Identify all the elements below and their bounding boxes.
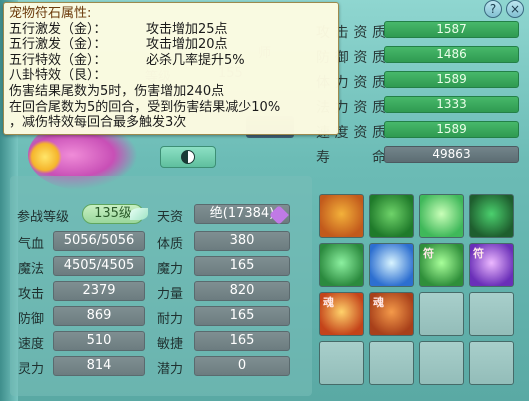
stat-value: 165: [194, 331, 290, 351]
empty-skill-slot[interactable]: [369, 341, 414, 385]
empty-skill-slot[interactable]: [469, 292, 514, 336]
skill-slot[interactable]: [319, 243, 364, 287]
skill-slot[interactable]: [469, 194, 514, 238]
tooltip-effect-row: 五行激发（金）： 攻击增加20点: [9, 37, 333, 53]
tooltip-desc-line: 在回合尾数为5的回合，受到伤害结果减少10%: [9, 99, 281, 115]
lifespan-label: 寿 命: [316, 150, 386, 166]
effect-value: 攻击增加20点: [146, 37, 228, 53]
attr-value-bar: 1589: [384, 121, 519, 138]
skill-slot[interactable]: [369, 194, 414, 238]
rune-attribute-tooltip: 宠物符石属性: 五行激发（金）： 攻击增加25点 五行激发（金）： 攻击增加20…: [3, 2, 339, 135]
effect-key: 五行激发（金）：: [9, 37, 107, 53]
skill-slot[interactable]: [319, 194, 364, 238]
wing-icon: [130, 208, 148, 220]
stat-value: 380: [194, 231, 290, 251]
attr-value-bar: 1333: [384, 96, 519, 113]
skill-tag: 魂: [373, 296, 384, 309]
skill-slot[interactable]: 符: [419, 243, 464, 287]
lifespan-value: 49863: [384, 146, 519, 163]
skill-slot[interactable]: 魂: [369, 292, 414, 336]
empty-skill-slot[interactable]: [469, 341, 514, 385]
skill-slot[interactable]: 魂: [319, 292, 364, 336]
stat-value: 0: [194, 356, 290, 376]
empty-skill-slot[interactable]: [319, 341, 364, 385]
tooltip-title: 宠物符石属性:: [9, 6, 92, 21]
effect-value: 必杀几率提升5%: [146, 52, 245, 68]
attr-value-bar: 1589: [384, 71, 519, 88]
empty-skill-slot[interactable]: [419, 292, 464, 336]
attr-value-bar: 1587: [384, 21, 519, 38]
skill-slot[interactable]: [419, 194, 464, 238]
skill-tag: 符: [423, 247, 434, 260]
effect-key: 五行特效（金）：: [9, 52, 107, 68]
close-icon[interactable]: ×: [506, 0, 524, 18]
battle-level-label: 参战等级: [17, 210, 70, 225]
empty-skill-slot[interactable]: [419, 341, 464, 385]
effect-key: 八卦特效（艮）：: [9, 68, 107, 84]
help-icon[interactable]: ?: [484, 0, 502, 18]
tooltip-effect-row: 五行激发（金）： 攻击增加25点: [9, 22, 333, 38]
stat-value: 165: [194, 256, 290, 276]
tooltip-desc-line: 伤害结果尾数为5时，伤害增加240点: [9, 83, 225, 99]
yin-yang-icon: [181, 150, 195, 164]
tooltip-effect-row: 八卦特效（艮）：: [9, 68, 333, 84]
stat-value: 2379: [53, 281, 145, 301]
stat-value: 165: [194, 306, 290, 326]
tooltip-effect-row: 五行特效（金）： 必杀几率提升5%: [9, 53, 333, 69]
stat-value: 869: [53, 306, 145, 326]
stat-value: 814: [53, 356, 145, 376]
skill-slot[interactable]: [369, 243, 414, 287]
skill-slot[interactable]: 符: [469, 243, 514, 287]
stat-value: 5056/5056: [53, 231, 145, 251]
effect-value: 攻击增加25点: [146, 21, 228, 37]
attr-value-bar: 1486: [384, 46, 519, 63]
skill-tag: 符: [473, 247, 484, 260]
tooltip-desc-line: ，减伤特效每回合最多触发3次: [9, 115, 187, 131]
effect-key: 五行激发（金）：: [9, 21, 107, 37]
stat-value: 820: [194, 281, 290, 301]
stat-value: 510: [53, 331, 145, 351]
five-element-button[interactable]: [160, 146, 216, 168]
stat-value: 4505/4505: [53, 256, 145, 276]
skill-tag: 魂: [323, 296, 334, 309]
skill-grid: 符 符 魂 魂: [319, 194, 525, 392]
butterfly-icon: [28, 140, 62, 174]
